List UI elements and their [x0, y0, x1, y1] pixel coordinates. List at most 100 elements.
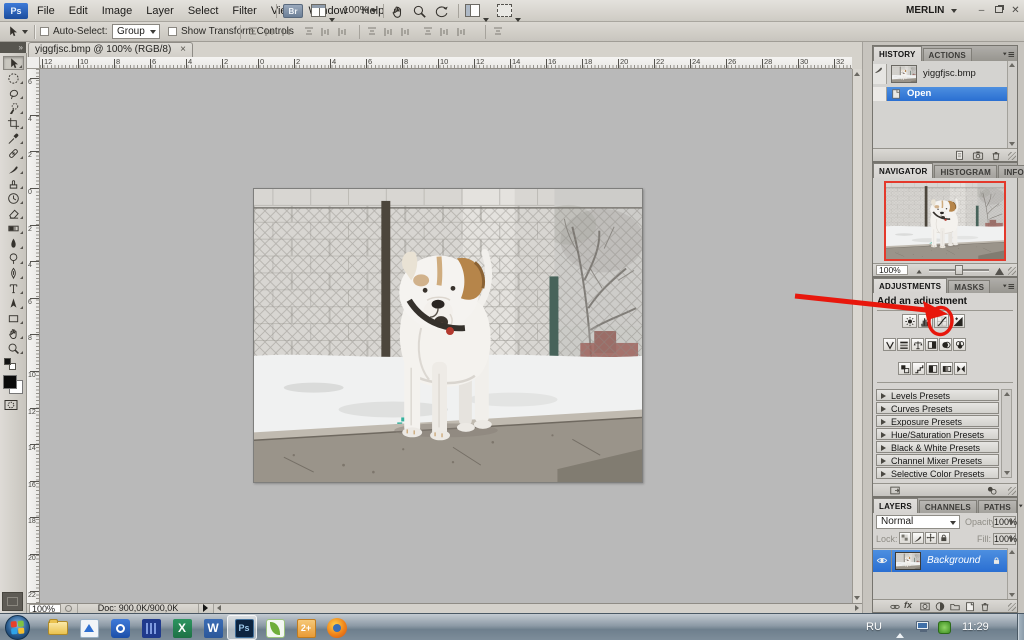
- blend-mode-select[interactable]: Normal: [876, 515, 960, 529]
- tab-actions[interactable]: ACTIONS: [923, 48, 972, 61]
- brightness-contrast-adjustment-icon[interactable]: [902, 314, 917, 328]
- tab-masks[interactable]: MASKS: [948, 280, 990, 293]
- lock-position-icon[interactable]: [925, 532, 937, 544]
- tab-info[interactable]: INFO: [998, 165, 1024, 178]
- adjustment-layer-icon[interactable]: [934, 601, 947, 612]
- tool-clone-stamp[interactable]: [3, 176, 24, 190]
- taskbar-app-disc-tool[interactable]: [108, 617, 132, 639]
- layer-row-background[interactable]: Background: [873, 550, 1007, 572]
- new-layer-icon[interactable]: [964, 601, 977, 612]
- canvas-area[interactable]: [40, 69, 852, 603]
- horizontal-scrollbar[interactable]: [213, 604, 862, 613]
- bridge-icon[interactable]: Br: [283, 4, 303, 18]
- tool-lasso[interactable]: [3, 86, 24, 100]
- history-scrollbar[interactable]: [1007, 61, 1017, 148]
- layer-mask-icon[interactable]: [919, 601, 932, 612]
- history-state-row[interactable]: Open: [873, 87, 1007, 101]
- history-brush-slot[interactable]: [873, 87, 887, 101]
- taskbar-app-nature-app[interactable]: [263, 617, 287, 639]
- preset-2[interactable]: Curves Presets: [876, 402, 999, 414]
- tool-crop[interactable]: [3, 116, 24, 130]
- move-tool-option-icon[interactable]: [6, 25, 32, 39]
- new-snapshot-icon[interactable]: [972, 150, 985, 161]
- visibility-eye-icon[interactable]: [875, 555, 889, 567]
- auto-select-checkbox[interactable]: [40, 27, 49, 36]
- show-desktop-button[interactable]: [1017, 614, 1024, 640]
- screen-mode-button[interactable]: [2, 592, 23, 611]
- resize-grip[interactable]: [1008, 152, 1016, 160]
- tab-channels[interactable]: CHANNELS: [919, 500, 977, 513]
- tool-pen[interactable]: [3, 266, 24, 280]
- document-close-icon[interactable]: ×: [180, 44, 186, 55]
- taskbar-app-media-player[interactable]: [139, 617, 163, 639]
- curves-adjustment-icon[interactable]: [934, 314, 949, 328]
- delete-icon[interactable]: [990, 150, 1003, 161]
- zoom-tool-icon[interactable]: [412, 4, 427, 19]
- taskbar-app-firefox[interactable]: [325, 617, 349, 639]
- lock-transparent-icon[interactable]: [899, 532, 911, 544]
- display-tray-icon[interactable]: [916, 621, 930, 633]
- preset-7[interactable]: Selective Color Presets: [876, 467, 999, 479]
- taskbar-app-explorer[interactable]: [46, 617, 70, 639]
- start-button[interactable]: [5, 615, 30, 640]
- layers-scrollbar[interactable]: [1007, 548, 1017, 599]
- tab-navigator[interactable]: NAVIGATOR: [873, 163, 933, 178]
- threshold-adjustment-icon[interactable]: [926, 362, 939, 375]
- tools-panel-header[interactable]: »: [0, 42, 26, 53]
- levels-adjustment-icon[interactable]: [918, 314, 933, 328]
- layer-group-icon[interactable]: [949, 601, 962, 612]
- quick-mask-button[interactable]: [4, 398, 22, 412]
- color-balance-adjustment-icon[interactable]: [911, 338, 924, 351]
- close-button[interactable]: ✕: [1008, 2, 1023, 19]
- default-colors-icon[interactable]: [4, 358, 16, 370]
- hand-tool-icon[interactable]: [390, 4, 405, 19]
- tab-histogram[interactable]: HISTOGRAM: [934, 165, 997, 178]
- fill-field[interactable]: 100%: [993, 533, 1016, 545]
- restore-button[interactable]: [991, 2, 1006, 19]
- tab-adjustments[interactable]: ADJUSTMENTS: [873, 278, 947, 293]
- lock-all-icon[interactable]: [938, 532, 950, 544]
- navigator-zoom-field[interactable]: 100%: [876, 265, 908, 275]
- vibrance-adjustment-icon[interactable]: [883, 338, 896, 351]
- tool-gradient[interactable]: [3, 221, 24, 235]
- zoom-in-icon[interactable]: [994, 265, 1006, 276]
- panel-menu-icon[interactable]: [1002, 51, 1015, 58]
- new-document-from-state-icon[interactable]: [954, 150, 967, 161]
- group-select[interactable]: Group: [112, 24, 160, 39]
- channel-mixer-adjustment-icon[interactable]: [953, 338, 966, 351]
- tool-healing[interactable]: [3, 146, 24, 160]
- screen-mode-icon[interactable]: [497, 4, 512, 17]
- resize-grip[interactable]: [1008, 487, 1016, 495]
- tool-marquee[interactable]: [3, 71, 24, 85]
- tab-paths[interactable]: PATHS: [978, 500, 1017, 513]
- zoom-level-dropdown[interactable]: 100%: [343, 0, 377, 22]
- history-brush-slot[interactable]: [873, 64, 887, 84]
- vertical-scrollbar[interactable]: [852, 69, 862, 603]
- taskbar-app-word[interactable]: W: [201, 617, 225, 639]
- tray-language[interactable]: RU: [866, 621, 882, 633]
- preset-4[interactable]: Hue/Saturation Presets: [876, 428, 999, 440]
- panel-menu-icon[interactable]: [1018, 503, 1024, 510]
- taskbar-app-installer[interactable]: [77, 617, 101, 639]
- clip-to-layer-icon[interactable]: [986, 485, 999, 496]
- taskbar-app-photo-organizer[interactable]: 2+: [294, 617, 318, 639]
- tab-layers[interactable]: LAYERS: [873, 498, 918, 513]
- photo-filter-adjustment-icon[interactable]: [939, 338, 952, 351]
- minimize-button[interactable]: –: [974, 2, 989, 19]
- arrange-documents-icon[interactable]: [311, 4, 326, 17]
- history-snapshot-row[interactable]: yiggfjsc.bmp: [873, 64, 1007, 84]
- tool-eyedropper[interactable]: [3, 131, 24, 145]
- tool-type[interactable]: [3, 281, 24, 295]
- tool-dodge[interactable]: [3, 251, 24, 265]
- tool-eraser[interactable]: [3, 206, 24, 220]
- expanded-view-icon[interactable]: [889, 485, 902, 496]
- resize-grip[interactable]: [1008, 603, 1016, 611]
- taskbar-app-excel[interactable]: X: [170, 617, 194, 639]
- tool-history-brush[interactable]: [3, 191, 24, 205]
- delete-layer-icon[interactable]: [979, 601, 992, 612]
- panel-menu-icon[interactable]: [1002, 283, 1015, 290]
- document-tab[interactable]: yiggfjsc.bmp @ 100% (RGB/8) ×: [28, 42, 193, 57]
- antivirus-tray-icon[interactable]: [938, 621, 951, 634]
- taskbar-app-photoshop[interactable]: Ps: [232, 617, 256, 639]
- opacity-field[interactable]: 100%: [993, 516, 1016, 528]
